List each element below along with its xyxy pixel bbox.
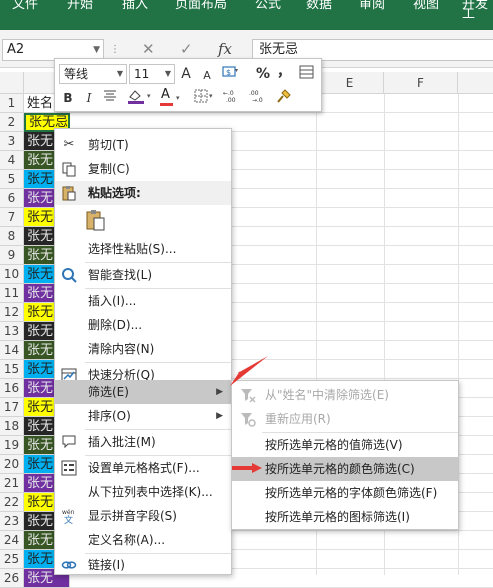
annotation-arrows (226, 356, 268, 473)
annotation-arrow-filter (226, 356, 268, 386)
annotation-arrow-color-filter (232, 463, 262, 473)
